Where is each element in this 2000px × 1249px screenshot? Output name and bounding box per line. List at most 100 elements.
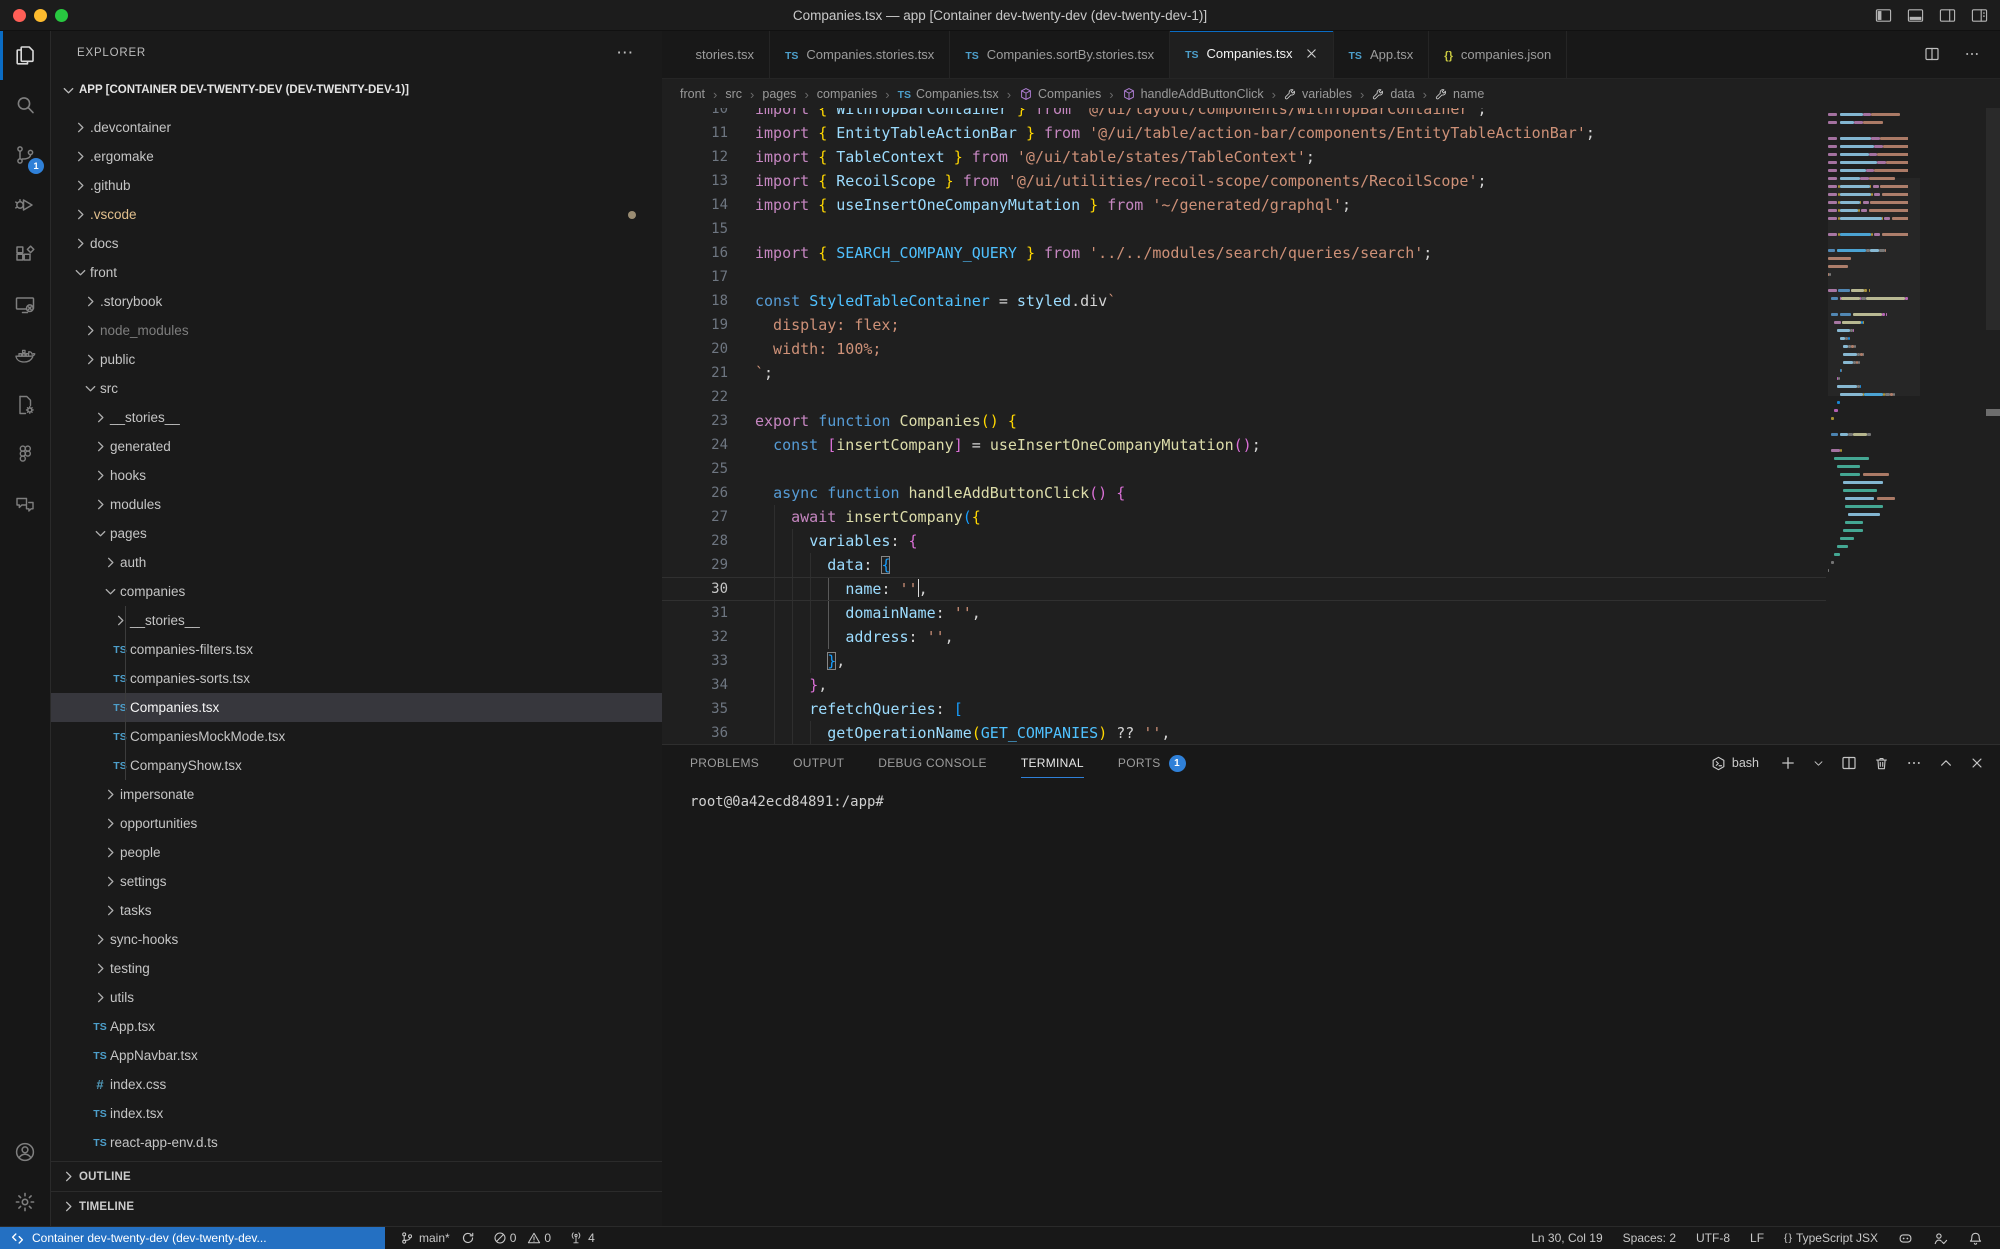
encoding-indicator[interactable]: UTF-8 xyxy=(1689,1227,1737,1249)
tree-folder-opportunities[interactable]: opportunities xyxy=(51,809,662,838)
tab-stories-tsx[interactable]: stories.tsx xyxy=(662,30,770,78)
activity-source-control[interactable]: 1 xyxy=(0,130,50,180)
breadcrumb-handleaddbuttonclick[interactable]: handleAddButtonClick xyxy=(1122,87,1264,101)
editor-scrollbar[interactable] xyxy=(1986,108,2000,330)
eol-indicator[interactable]: LF xyxy=(1743,1227,1771,1249)
activity-files[interactable] xyxy=(0,30,50,80)
tree-file-index-css[interactable]: #index.css xyxy=(51,1070,662,1099)
tree-folder-modules[interactable]: modules xyxy=(51,490,662,519)
tree-file-appnavbar-tsx[interactable]: TSAppNavbar.tsx xyxy=(51,1041,662,1070)
tree-folder-front[interactable]: front xyxy=(51,258,662,287)
tab-companies-sortby-stories-tsx[interactable]: TSCompanies.sortBy.stories.tsx xyxy=(950,30,1170,78)
breadcrumb-name[interactable]: name xyxy=(1435,87,1484,101)
sync-icon[interactable] xyxy=(461,1231,475,1245)
git-branch-indicator[interactable]: main* xyxy=(393,1227,482,1249)
tree-folder-hooks[interactable]: hooks xyxy=(51,461,662,490)
breadcrumb-data[interactable]: data xyxy=(1372,87,1414,101)
activity-figma[interactable] xyxy=(0,430,50,480)
breadcrumb-src[interactable]: src xyxy=(725,87,742,101)
breadcrumb-front[interactable]: front xyxy=(680,87,705,101)
panel-tab-terminal[interactable]: TERMINAL xyxy=(1021,745,1084,781)
activity-search[interactable] xyxy=(0,80,50,130)
tab-app-tsx[interactable]: TSApp.tsx xyxy=(1334,30,1430,78)
tab-companies-stories-tsx[interactable]: TSCompanies.stories.tsx xyxy=(770,30,950,78)
activity-account[interactable] xyxy=(0,1127,50,1177)
code-editor[interactable]: 1011121314151617181920212223242526272829… xyxy=(662,108,2000,745)
close-window-button[interactable] xyxy=(13,9,26,22)
tree-folder-companies[interactable]: companies xyxy=(51,577,662,606)
tree-folder-testing[interactable]: testing xyxy=(51,954,662,983)
tab-companies-tsx[interactable]: TSCompanies.tsx xyxy=(1170,30,1333,78)
tree-folder-pages[interactable]: pages xyxy=(51,519,662,548)
tree-folder--vscode[interactable]: .vscode xyxy=(51,200,662,229)
close-icon[interactable] xyxy=(1970,756,1984,770)
tab-companies-json[interactable]: {}companies.json xyxy=(1429,30,1567,78)
tree-file-react-app-env-d-ts[interactable]: TSreact-app-env.d.ts xyxy=(51,1128,662,1157)
outline-section[interactable]: OUTLINE xyxy=(51,1161,662,1191)
problems-indicator[interactable]: 0 0 xyxy=(486,1227,558,1249)
tree-folder--devcontainer[interactable]: .devcontainer xyxy=(51,113,662,142)
layout-sidebar-left-icon[interactable] xyxy=(1875,7,1892,24)
tree-folder-src[interactable]: src xyxy=(51,374,662,403)
tree-file-companies-filters-tsx[interactable]: TScompanies-filters.tsx xyxy=(51,635,662,664)
panel-tab-problems[interactable]: PROBLEMS xyxy=(690,745,759,781)
panel-tab-output[interactable]: OUTPUT xyxy=(793,745,844,781)
activity-comments[interactable] xyxy=(0,480,50,530)
activity-run-debug[interactable] xyxy=(0,180,50,230)
ellipsis-icon[interactable] xyxy=(1906,755,1922,771)
terminal-shell-selector[interactable]: bash xyxy=(1711,756,1759,771)
layout-sidebar-right-icon[interactable] xyxy=(1939,7,1956,24)
tree-folder-public[interactable]: public xyxy=(51,345,662,374)
breadcrumb-companies[interactable]: companies xyxy=(817,87,877,101)
tree-file-companies-tsx[interactable]: TSCompanies.tsx xyxy=(51,693,662,722)
activity-extensions[interactable] xyxy=(0,230,50,280)
tree-folder-impersonate[interactable]: impersonate xyxy=(51,780,662,809)
breadcrumb-variables[interactable]: variables xyxy=(1284,87,1352,101)
minimap-slider[interactable] xyxy=(1828,178,1920,396)
forwarded-ports-indicator[interactable]: 4 xyxy=(562,1227,602,1249)
split-editor-icon[interactable] xyxy=(1924,46,1940,62)
minimize-window-button[interactable] xyxy=(34,9,47,22)
tree-folder-docs[interactable]: docs xyxy=(51,229,662,258)
activity-settings-gear[interactable] xyxy=(0,1177,50,1227)
timeline-section[interactable]: TIMELINE xyxy=(51,1191,662,1221)
titlebar[interactable]: Companies.tsx — app [Container dev-twent… xyxy=(0,0,2000,31)
split-terminal-icon[interactable] xyxy=(1841,755,1857,771)
activity-file-gear[interactable] xyxy=(0,380,50,430)
feedback-indicator[interactable] xyxy=(1926,1227,1955,1249)
tree-folder--storybook[interactable]: .storybook xyxy=(51,287,662,316)
indentation-indicator[interactable]: Spaces: 2 xyxy=(1616,1227,1683,1249)
tree-folder--ergomake[interactable]: .ergomake xyxy=(51,142,662,171)
tree-folder--github[interactable]: .github xyxy=(51,171,662,200)
panel-tab-ports[interactable]: PORTS1 xyxy=(1118,745,1186,781)
tree-folder-utils[interactable]: utils xyxy=(51,983,662,1012)
tree-folder-settings[interactable]: settings xyxy=(51,867,662,896)
terminal-content[interactable]: root@0a42ecd84891:/app# xyxy=(662,781,2000,810)
close-tab-icon[interactable] xyxy=(1305,47,1318,60)
tree-file-app-tsx[interactable]: TSApp.tsx xyxy=(51,1012,662,1041)
trash-icon[interactable] xyxy=(1874,756,1889,771)
breadcrumb-companies-tsx[interactable]: TSCompanies.tsx xyxy=(898,87,999,101)
tree-folder--stories-[interactable]: __stories__ xyxy=(51,403,662,432)
copilot-indicator[interactable] xyxy=(1891,1227,1920,1249)
ellipsis-icon[interactable] xyxy=(1964,46,1980,62)
language-mode-indicator[interactable]: { } TypeScript JSX xyxy=(1777,1227,1885,1249)
layout-panel-icon[interactable] xyxy=(1907,7,1924,24)
panel-tab-debug-console[interactable]: DEBUG CONSOLE xyxy=(878,745,987,781)
tree-folder-node-modules[interactable]: node_modules xyxy=(51,316,662,345)
chevron-down-icon[interactable] xyxy=(1813,758,1824,769)
tree-folder-generated[interactable]: generated xyxy=(51,432,662,461)
breadcrumb-pages[interactable]: pages xyxy=(762,87,796,101)
line-col-indicator[interactable]: Ln 30, Col 19 xyxy=(1524,1227,1609,1249)
tree-folder-tasks[interactable]: tasks xyxy=(51,896,662,925)
zoom-window-button[interactable] xyxy=(55,9,68,22)
tree-folder-sync-hooks[interactable]: sync-hooks xyxy=(51,925,662,954)
more-actions-icon[interactable]: ⋯ xyxy=(616,43,634,63)
tree-folder-people[interactable]: people xyxy=(51,838,662,867)
tree-file-companies-sorts-tsx[interactable]: TScompanies-sorts.tsx xyxy=(51,664,662,693)
code-content[interactable]: import { WithTopBarContainer } from '@/u… xyxy=(755,108,1826,745)
tree-file-companyshow-tsx[interactable]: TSCompanyShow.tsx xyxy=(51,751,662,780)
breadcrumb-companies[interactable]: Companies xyxy=(1019,87,1101,101)
tree-folder--stories-[interactable]: __stories__ xyxy=(51,606,662,635)
activity-remote-explorer[interactable] xyxy=(0,280,50,330)
